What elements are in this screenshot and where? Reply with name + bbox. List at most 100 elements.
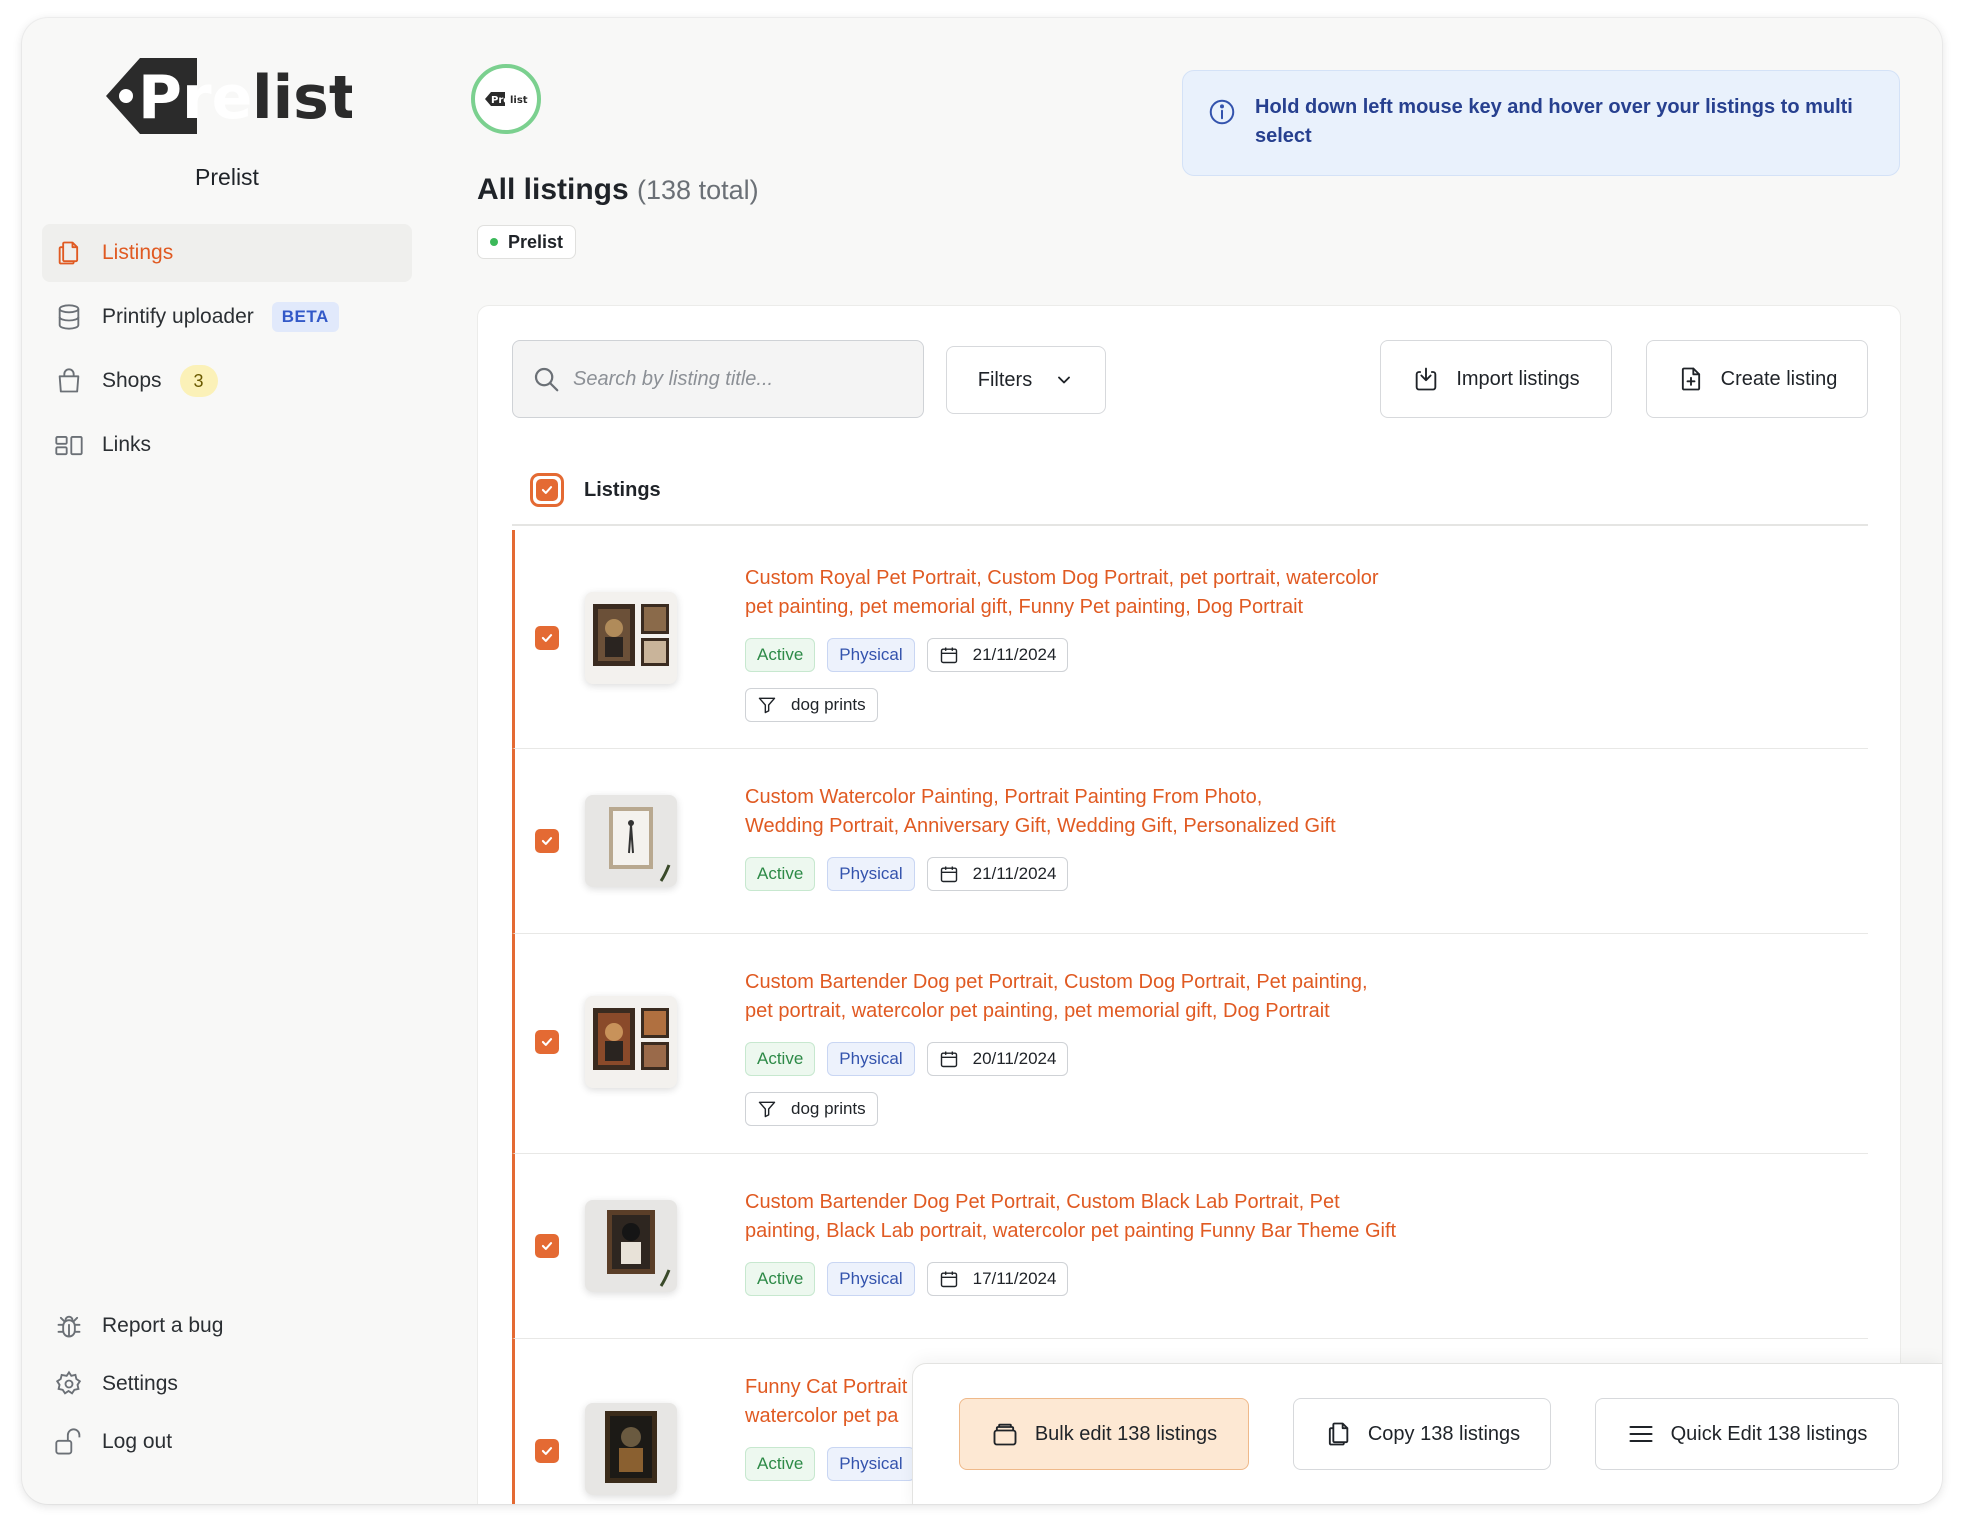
search-icon bbox=[531, 364, 561, 394]
sidebar-item-shops[interactable]: Shops 3 bbox=[42, 352, 412, 410]
row-checkbox[interactable] bbox=[535, 626, 559, 650]
status-dot bbox=[490, 238, 498, 246]
listing-title-line: pet painting, pet memorial gift, Funny P… bbox=[745, 596, 1304, 618]
listing-title-line: pet portrait, watercolor pet painting, p… bbox=[745, 1000, 1330, 1022]
links-icon bbox=[54, 430, 84, 460]
calendar-icon bbox=[939, 1269, 959, 1289]
section-text: dog prints bbox=[791, 695, 866, 714]
chevron-down-icon bbox=[1054, 370, 1074, 390]
sidebar-item-log-out[interactable]: Log out bbox=[42, 1416, 412, 1468]
info-banner: Hold down left mouse key and hover over … bbox=[1182, 70, 1900, 176]
svg-text:list: list bbox=[252, 63, 352, 133]
org-name: Prelist bbox=[195, 164, 259, 190]
sidebar-item-report-bug[interactable]: Report a bug bbox=[42, 1300, 412, 1352]
menu-lines-icon bbox=[1627, 1420, 1655, 1448]
row-checkbox[interactable] bbox=[535, 1439, 559, 1463]
info-icon bbox=[1207, 97, 1237, 127]
search-box[interactable] bbox=[512, 340, 924, 418]
shop-filter-chip[interactable]: Prelist bbox=[477, 225, 577, 259]
svg-text:Pre: Pre bbox=[138, 63, 252, 133]
bulk-edit-label: Bulk edit 138 listings bbox=[1034, 1422, 1218, 1445]
sidebar-bottom-nav: Report a bug Settings Log out bbox=[42, 1300, 412, 1474]
status-badge: Active bbox=[745, 1447, 816, 1481]
copy-listings-button[interactable]: Copy 138 listings bbox=[1293, 1398, 1551, 1470]
shops-count-badge: 3 bbox=[179, 365, 218, 397]
sidebar-nav: Listings Printify uploader BETA Shops 3 bbox=[42, 224, 412, 480]
table-row[interactable]: Custom Watercolor Painting, Portrait Pai… bbox=[512, 749, 1868, 934]
create-listing-button[interactable]: Create listing bbox=[1646, 340, 1868, 418]
listing-tags: Active Physical 17/11/2024 bbox=[745, 1262, 1505, 1296]
unlock-icon bbox=[54, 1427, 84, 1457]
shop-avatar[interactable]: Pre list bbox=[471, 64, 541, 134]
date-text: 17/11/2024 bbox=[972, 1269, 1057, 1288]
table-row[interactable]: Custom Bartender Dog Pet Portrait, Custo… bbox=[512, 1154, 1868, 1339]
filters-button[interactable]: Filters bbox=[946, 346, 1106, 414]
info-text: Hold down left mouse key and hover over … bbox=[1255, 96, 1853, 147]
search-input[interactable] bbox=[573, 367, 903, 391]
listing-title-line: Custom Bartender Dog pet Portrait, Custo… bbox=[745, 971, 1368, 993]
listing-content: Custom Royal Pet Portrait, Custom Dog Po… bbox=[745, 564, 1505, 722]
listing-content: Custom Watercolor Painting, Portrait Pai… bbox=[745, 783, 1505, 891]
date-badge: 20/11/2024 bbox=[926, 1042, 1069, 1076]
status-badge: Active bbox=[745, 857, 816, 891]
type-badge: Physical bbox=[827, 857, 915, 891]
import-listings-button[interactable]: Import listings bbox=[1380, 340, 1612, 418]
table-row[interactable]: Custom Royal Pet Portrait, Custom Dog Po… bbox=[512, 530, 1868, 749]
listing-title[interactable]: Custom Bartender Dog Pet Portrait, Custo… bbox=[745, 1188, 1505, 1246]
row-checkbox[interactable] bbox=[535, 1234, 559, 1258]
create-label: Create listing bbox=[1720, 367, 1838, 390]
listing-content: Custom Bartender Dog Pet Portrait, Custo… bbox=[745, 1188, 1505, 1296]
table-row[interactable]: Custom Bartender Dog pet Portrait, Custo… bbox=[512, 934, 1868, 1154]
app-window: Pre list Prelist Listings Printify uploa… bbox=[22, 18, 1942, 1504]
listings-header: Listings bbox=[512, 456, 1868, 526]
type-badge: Physical bbox=[827, 638, 915, 672]
page-title-text: All listings bbox=[477, 173, 629, 206]
sidebar-item-settings[interactable]: Settings bbox=[42, 1358, 412, 1410]
listing-rows: Custom Royal Pet Portrait, Custom Dog Po… bbox=[512, 530, 1868, 1504]
quick-edit-label: Quick Edit 138 listings bbox=[1670, 1422, 1868, 1445]
shop-chip-label: Prelist bbox=[508, 231, 564, 252]
date-badge: 21/11/2024 bbox=[926, 638, 1069, 672]
status-badge: Active bbox=[745, 1262, 816, 1296]
svg-text:Pre: Pre bbox=[491, 95, 510, 106]
calendar-icon bbox=[939, 645, 959, 665]
status-badge: Active bbox=[745, 638, 816, 672]
listing-section-tags: dog prints bbox=[745, 688, 1505, 722]
prelist-logo[interactable]: Pre list bbox=[102, 46, 358, 146]
filters-label: Filters bbox=[977, 368, 1033, 391]
sidebar-item-links[interactable]: Links bbox=[42, 416, 412, 474]
date-text: 21/11/2024 bbox=[972, 864, 1057, 883]
sidebar-item-label: Printify uploader bbox=[102, 305, 254, 328]
listing-thumbnail bbox=[585, 1403, 677, 1495]
filter-icon bbox=[757, 1099, 777, 1119]
listings-header-label: Listings bbox=[584, 478, 661, 501]
listing-content: Custom Bartender Dog pet Portrait, Custo… bbox=[745, 968, 1505, 1126]
quick-edit-button[interactable]: Quick Edit 138 listings bbox=[1595, 1398, 1899, 1470]
sidebar-item-listings[interactable]: Listings bbox=[42, 224, 412, 282]
listing-title-line: painting, Black Lab portrait, watercolor… bbox=[745, 1220, 1397, 1242]
listing-thumbnail bbox=[585, 1200, 677, 1292]
status-badge: Active bbox=[745, 1042, 816, 1076]
database-icon bbox=[54, 302, 84, 332]
row-checkbox[interactable] bbox=[535, 829, 559, 853]
type-badge: Physical bbox=[827, 1042, 915, 1076]
listing-title[interactable]: Custom Bartender Dog pet Portrait, Custo… bbox=[745, 968, 1505, 1026]
svg-text:list: list bbox=[510, 95, 528, 106]
date-text: 21/11/2024 bbox=[972, 645, 1057, 664]
select-all-checkbox[interactable] bbox=[530, 473, 564, 507]
sidebar-item-printify-uploader[interactable]: Printify uploader BETA bbox=[42, 288, 412, 346]
sidebar-item-label: Log out bbox=[102, 1430, 173, 1453]
row-checkbox[interactable] bbox=[535, 1030, 559, 1054]
sidebar: Pre list Prelist Listings Printify uploa… bbox=[22, 18, 432, 1504]
bulk-edit-button[interactable]: Bulk edit 138 listings bbox=[959, 1398, 1249, 1470]
page-title: All listings (138 total) bbox=[477, 173, 759, 207]
date-badge: 21/11/2024 bbox=[926, 857, 1069, 891]
listing-thumbnail bbox=[585, 592, 677, 684]
listing-section-tags: dog prints bbox=[745, 1092, 1505, 1126]
sidebar-item-label: Settings bbox=[102, 1372, 178, 1395]
listing-title[interactable]: Custom Royal Pet Portrait, Custom Dog Po… bbox=[745, 564, 1505, 622]
listing-title-line: Custom Bartender Dog Pet Portrait, Custo… bbox=[745, 1191, 1340, 1213]
sidebar-item-label: Listings bbox=[102, 241, 174, 264]
listing-title[interactable]: Custom Watercolor Painting, Portrait Pai… bbox=[745, 783, 1505, 841]
stack-icon bbox=[991, 1420, 1019, 1448]
